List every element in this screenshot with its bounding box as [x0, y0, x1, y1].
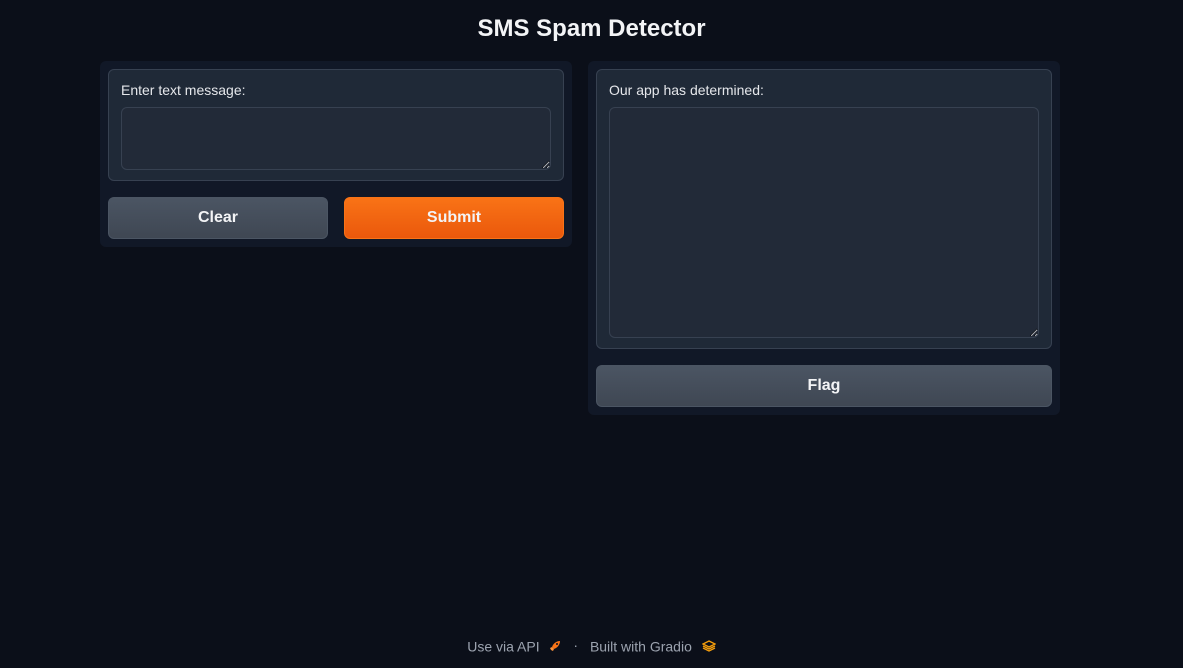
output-block: Our app has determined: [596, 69, 1052, 349]
gradio-logo-icon [701, 640, 716, 652]
flag-button[interactable]: Flag [596, 365, 1052, 407]
rocket-icon [550, 640, 561, 651]
page-title: SMS Spam Detector [477, 15, 706, 42]
output-column: Our app has determined: Flag [588, 61, 1060, 415]
input-block: Enter text message: [108, 69, 564, 181]
submit-button[interactable]: Submit [344, 197, 564, 239]
use-via-api-link[interactable]: Use via API [467, 637, 565, 654]
input-column: Enter text message: Clear Submit [100, 61, 572, 247]
built-with-gradio-link[interactable]: Built with Gradio [589, 637, 716, 654]
result-output[interactable] [609, 107, 1039, 338]
message-input[interactable] [121, 107, 551, 170]
use-via-api-label: Use via API [467, 637, 540, 654]
built-with-gradio-label: Built with Gradio [589, 637, 692, 654]
clear-button[interactable]: Clear [108, 197, 328, 239]
footer: Use via API · Built with Gradio [0, 634, 1183, 656]
footer-separator: · [573, 637, 579, 654]
output-label: Our app has determined: [609, 82, 764, 98]
input-label: Enter text message: [121, 82, 246, 98]
